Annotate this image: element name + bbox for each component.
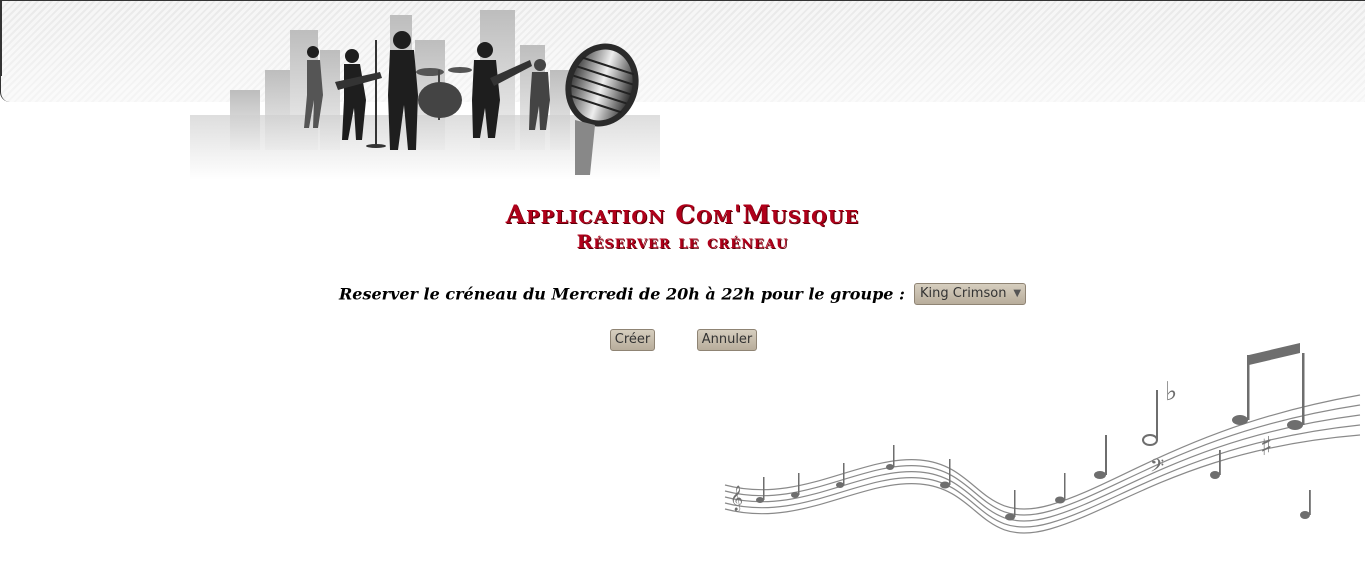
svg-text:♯: ♯ (1260, 432, 1273, 462)
group-select-value: King Crimson (920, 286, 1007, 301)
group-select[interactable]: King Crimson ▼ (914, 283, 1027, 305)
app-title: Application Com'Musique (505, 200, 860, 229)
title-block: Application Com'Musique Réserver le crén… (0, 200, 1365, 254)
music-notes-decoration: ♯ ♭ 𝄞 𝄢 (724, 343, 1361, 534)
reservation-label: Reserver le créneau du Mercredi de 20h à… (338, 284, 905, 304)
dropdown-arrow-icon: ▼ (1013, 288, 1022, 299)
page-title: Réserver le créneau (576, 231, 789, 253)
music-staff-lines (724, 394, 1361, 534)
svg-text:𝄢: 𝄢 (1150, 456, 1164, 481)
header-edge-line (0, 0, 2, 76)
svg-text:𝄞: 𝄞 (730, 485, 743, 511)
svg-text:♭: ♭ (1165, 377, 1177, 407)
band-banner-image (190, 10, 660, 180)
reservation-form-row: Reserver le créneau du Mercredi de 20h à… (0, 283, 1365, 305)
page: Application Com'Musique Réserver le crén… (0, 0, 1365, 567)
music-notes-symbols: ♯ ♭ 𝄞 𝄢 (730, 343, 1311, 521)
create-button[interactable]: Créer (610, 329, 655, 351)
